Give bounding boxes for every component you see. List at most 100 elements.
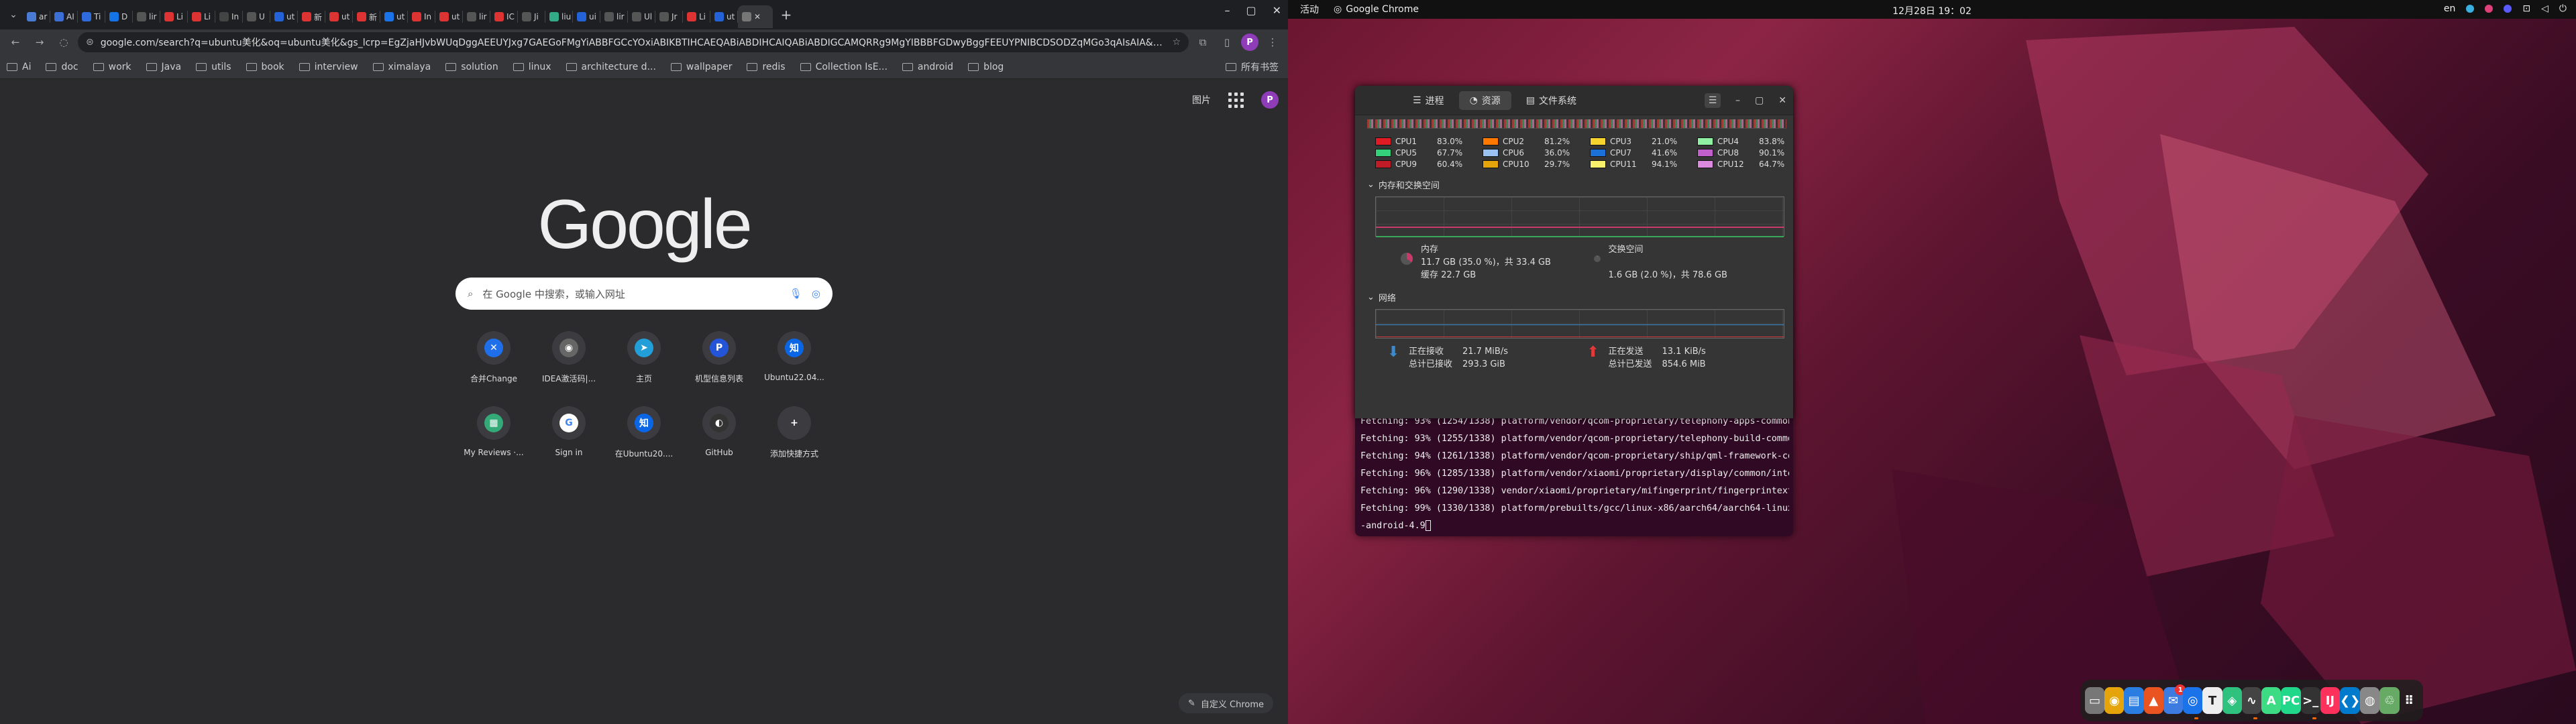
tab-item[interactable]: ut: [270, 5, 297, 28]
dock-vscode-icon[interactable]: ❮❯: [2340, 687, 2361, 714]
dock-disks-icon[interactable]: ◍: [2360, 687, 2380, 714]
cpu-legend-item[interactable]: CPU9 60.4%: [1375, 160, 1483, 169]
bookmark-item[interactable]: architecture d...: [566, 62, 656, 72]
tab-item[interactable]: D: [105, 5, 132, 28]
tab-item[interactable]: ui: [573, 5, 600, 28]
tab-item[interactable]: ut: [435, 5, 462, 28]
dock-typora-icon[interactable]: T: [2202, 687, 2222, 714]
tab-item[interactable]: Li: [188, 5, 215, 28]
sysmon-tab[interactable]: ▤ 文件系统: [1515, 91, 1587, 110]
stop-icon[interactable]: ◌: [54, 32, 74, 52]
clock[interactable]: 12月28日 19：02: [1288, 4, 2576, 17]
images-link[interactable]: 图片: [1192, 93, 1211, 107]
site-info-icon[interactable]: ⊜: [86, 37, 94, 48]
cpu-legend-item[interactable]: CPU10 29.7%: [1483, 160, 1590, 169]
dock-show-apps-icon[interactable]: ⠿: [2400, 687, 2419, 714]
tab-item[interactable]: Ji: [518, 5, 545, 28]
system-monitor-window[interactable]: ☰ 进程 ◔ 资源 ▤ 文件系统 ☰ – ▢ ✕ CPU1 83.0% CPU2 81.2% CP…: [1355, 86, 1793, 418]
input-method[interactable]: en: [2444, 3, 2456, 14]
power-icon[interactable]: ⏻: [2559, 3, 2567, 14]
dock-files-icon[interactable]: ▭: [2085, 687, 2105, 714]
bookmark-item[interactable]: solution: [445, 62, 498, 72]
cpu-color-swatch[interactable]: [1483, 149, 1499, 157]
bookmark-item[interactable]: wallpaper: [670, 62, 732, 72]
ntp-avatar[interactable]: P: [1261, 91, 1279, 109]
dock-trash-icon[interactable]: ♲: [2379, 687, 2400, 714]
bookmark-item[interactable]: Java: [146, 62, 181, 72]
shortcut-tile[interactable]: 知在Ubuntu20....: [614, 406, 674, 459]
cpu-color-swatch[interactable]: [1375, 137, 1391, 145]
tab-item[interactable]: AI: [50, 5, 77, 28]
tab-search-icon[interactable]: ⌄: [4, 5, 23, 24]
customize-chrome-button[interactable]: ✎ 自定义 Chrome: [1178, 693, 1273, 713]
shortcut-tile[interactable]: 知 Ubuntu22.04...: [764, 331, 824, 384]
bookmark-item[interactable]: ximalaya: [372, 62, 431, 72]
memory-section-title[interactable]: ⌄ 内存和交换空间: [1367, 178, 1786, 191]
cpu-legend-item[interactable]: CPU6 36.0%: [1483, 148, 1590, 158]
tab-item[interactable]: lir: [463, 5, 490, 28]
tab-item[interactable]: In: [215, 5, 242, 28]
forward-icon[interactable]: →: [30, 32, 50, 52]
apps-grid-icon[interactable]: [1228, 92, 1244, 108]
tab-item[interactable]: IC: [490, 5, 517, 28]
bookmark-star-icon[interactable]: ☆: [1172, 37, 1181, 48]
tab-item[interactable]: Ti: [78, 5, 105, 28]
cpu-color-swatch[interactable]: [1590, 160, 1606, 168]
cpu-legend-item[interactable]: CPU12 64.7%: [1697, 160, 1793, 169]
cpu-color-swatch[interactable]: [1375, 149, 1391, 157]
cpu-legend-item[interactable]: CPU4 83.8%: [1697, 137, 1793, 146]
new-tab-button[interactable]: +: [775, 4, 797, 25]
bookmark-item[interactable]: linux: [513, 62, 551, 72]
dock-intellij-icon[interactable]: IJ: [2320, 687, 2341, 714]
dock-thunderbird-icon[interactable]: ✉ 1: [2163, 684, 2186, 714]
tab-item[interactable]: Jr: [655, 5, 682, 28]
tab-item[interactable]: 新: [298, 5, 325, 28]
cpu-color-swatch[interactable]: [1697, 149, 1713, 157]
tab-item[interactable]: 新: [353, 5, 380, 28]
close-icon[interactable]: ✕: [1778, 95, 1786, 106]
address-bar[interactable]: ⊜ google.com/search?q=ubuntu美化&oq=ubuntu…: [78, 32, 1189, 52]
tab-item[interactable]: In: [408, 5, 435, 28]
volume-icon[interactable]: ◁: [2541, 3, 2548, 14]
tab-item[interactable]: ut: [710, 5, 737, 28]
cpu-legend-item[interactable]: CPU5 67.7%: [1375, 148, 1483, 158]
shortcut-tile[interactable]: ▦ My Reviews ·...: [464, 406, 524, 459]
cpu-legend-item[interactable]: CPU3 21.0%: [1590, 137, 1697, 146]
cpu-color-swatch[interactable]: [1483, 137, 1499, 145]
bookmark-item[interactable]: interview: [299, 62, 358, 72]
all-bookmarks[interactable]: 所有书签: [1226, 60, 1279, 74]
maximize-icon[interactable]: ▢: [1755, 95, 1764, 106]
tab-item[interactable]: lir: [133, 5, 160, 28]
tab-item[interactable]: Li: [160, 5, 187, 28]
bookmark-item[interactable]: utils: [196, 62, 231, 72]
tab-active[interactable]: ✕: [738, 5, 773, 28]
shortcut-tile[interactable]: ◉ IDEA激活码|...: [539, 331, 599, 384]
bookmark-item[interactable]: Collection IsE...: [800, 62, 888, 72]
bookmark-item[interactable]: work: [93, 62, 131, 72]
memory-pie-icon[interactable]: [1401, 253, 1413, 265]
tab-item[interactable]: ut: [380, 5, 407, 28]
minimize-icon[interactable]: –: [1735, 95, 1740, 106]
sysmon-tab[interactable]: ◔ 资源: [1458, 90, 1511, 110]
shortcut-tile[interactable]: ✕ 合并Change: [464, 331, 524, 384]
dock-color-picker-icon[interactable]: ◈: [2222, 687, 2242, 714]
address-url[interactable]: google.com/search?q=ubuntu美化&oq=ubuntu美化…: [101, 36, 1166, 49]
menu-icon[interactable]: ⋮: [1263, 32, 1283, 52]
cpu-legend-item[interactable]: CPU11 94.1%: [1590, 160, 1697, 169]
close-icon[interactable]: ✕: [1273, 4, 1281, 17]
cpu-color-swatch[interactable]: [1375, 160, 1391, 168]
tray-app-icon[interactable]: [2504, 5, 2512, 13]
shortcut-tile[interactable]: G Sign in: [539, 406, 599, 459]
shortcut-tile[interactable]: P 机型信息列表: [689, 331, 749, 384]
tab-close-icon[interactable]: ✕: [754, 12, 761, 21]
extensions-icon[interactable]: ⧉: [1193, 32, 1213, 52]
bookmark-item[interactable]: Ai: [7, 62, 31, 72]
search-input[interactable]: 在 Google 中搜索，或输入网址: [482, 287, 780, 301]
cpu-color-swatch[interactable]: [1697, 160, 1713, 168]
cpu-legend-item[interactable]: CPU2 81.2%: [1483, 137, 1590, 146]
dock-chrome-icon[interactable]: ◎: [2183, 687, 2203, 719]
shortcut-tile[interactable]: ◐ GitHub: [689, 406, 749, 459]
shortcut-tile[interactable]: ➤ 主页: [614, 331, 674, 384]
lens-icon[interactable]: ◎: [812, 288, 820, 300]
tab-item[interactable]: lir: [600, 5, 627, 28]
